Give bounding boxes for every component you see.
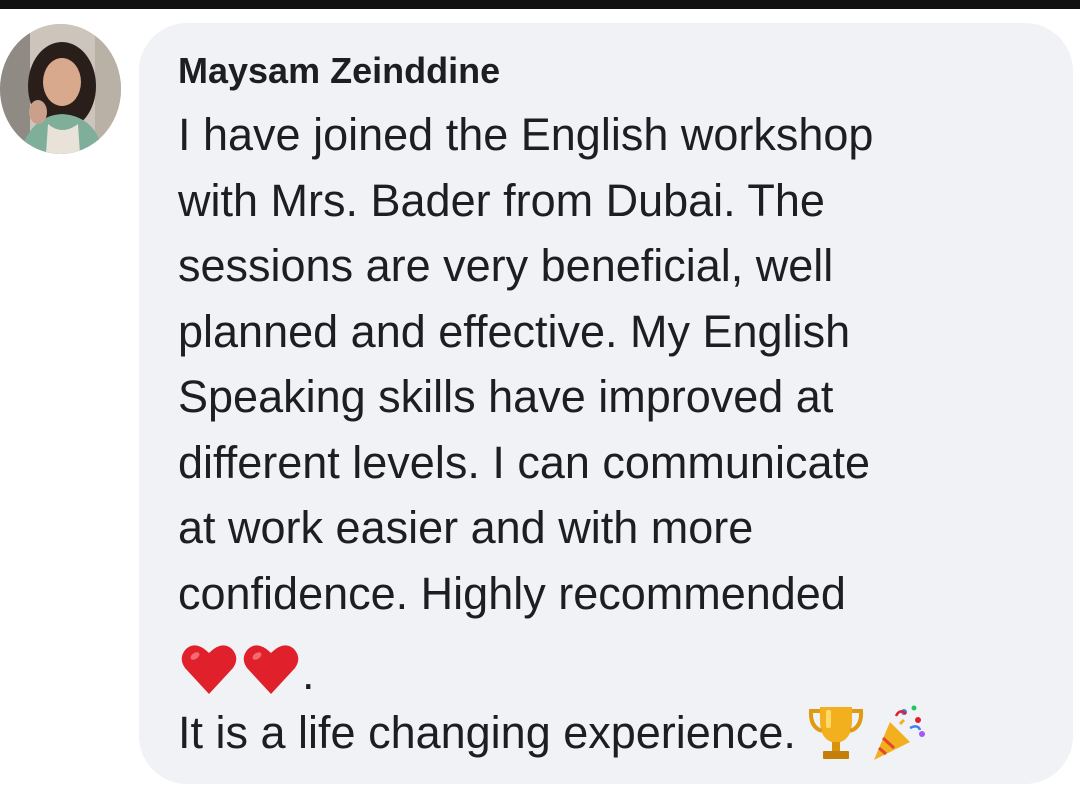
heart-icon bbox=[181, 645, 237, 694]
comment-text-line: with Mrs. Bader from Dubai. The bbox=[178, 174, 825, 226]
comment-text-line: confidence. Highly recommended bbox=[178, 567, 846, 619]
comment-body: I have joined the English workshop with … bbox=[178, 102, 1038, 626]
trophy-icon bbox=[808, 706, 863, 759]
comment-text-line: at work easier and with more bbox=[178, 502, 754, 553]
comment-text-line: planned and effective. My English bbox=[178, 305, 851, 357]
comment-text-line: Speaking skills have improved at bbox=[178, 371, 834, 422]
comment-author-name[interactable]: Maysam Zeinddine bbox=[178, 50, 500, 92]
comment-text-line: different levels. I can communicate bbox=[178, 436, 871, 488]
emoji-line: . bbox=[180, 636, 315, 698]
avatar[interactable] bbox=[0, 24, 121, 154]
comment-last-line: It is a life changing experience. bbox=[178, 700, 928, 765]
heart-icon bbox=[243, 645, 299, 694]
emoji-line-period: . bbox=[302, 648, 315, 699]
party-popper-icon bbox=[873, 705, 925, 760]
status-bar bbox=[0, 0, 1080, 9]
comment-text-line: sessions are very beneficial, well bbox=[178, 240, 834, 291]
comment-text-line: It is a life changing experience. bbox=[178, 706, 796, 758]
comment-text-line: I have joined the English workshop bbox=[178, 109, 874, 160]
